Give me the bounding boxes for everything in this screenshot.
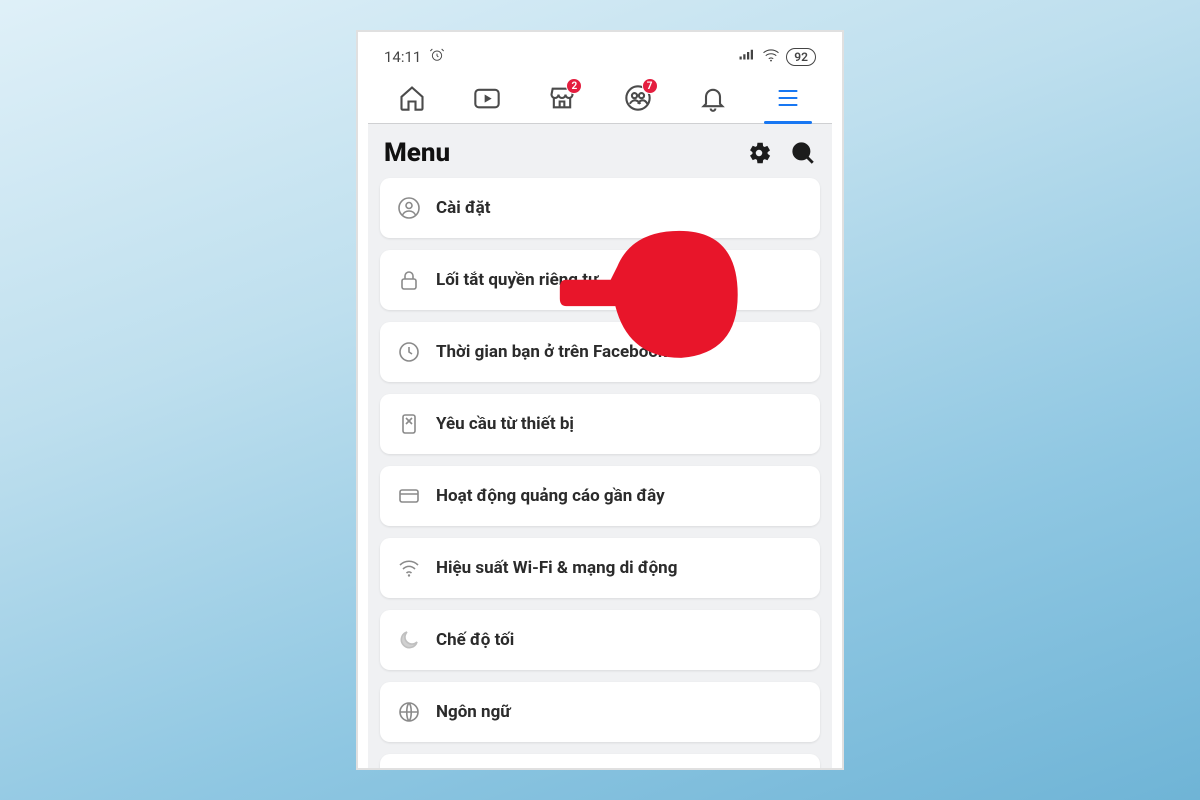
moon-icon bbox=[396, 627, 422, 653]
status-right: 92 bbox=[738, 48, 816, 66]
globe-icon bbox=[396, 699, 422, 725]
status-time: 14:11 bbox=[384, 48, 421, 66]
marketplace-badge: 2 bbox=[566, 78, 582, 94]
menu-item-language[interactable]: Ngôn ngữ bbox=[380, 682, 820, 742]
tab-menu[interactable] bbox=[758, 72, 818, 123]
tutorial-frame: 14:11 92 bbox=[356, 30, 844, 770]
menu-list: Cài đặt Lối tắt quyền riêng tư Thời gian… bbox=[368, 176, 832, 768]
lock-icon bbox=[396, 267, 422, 293]
groups-badge: 7 bbox=[642, 78, 658, 94]
top-nav: 2 7 bbox=[368, 72, 832, 124]
menu-item-label: Yêu cầu từ thiết bị bbox=[436, 414, 574, 434]
menu-item-label: Cài đặt bbox=[436, 198, 491, 218]
tab-marketplace[interactable]: 2 bbox=[532, 72, 592, 123]
menu-item-label: Hiệu suất Wi-Fi & mạng di động bbox=[436, 558, 677, 578]
menu-item-privacy-shortcuts[interactable]: Lối tắt quyền riêng tư bbox=[380, 250, 820, 310]
menu-item-label: Thời gian bạn ở trên Facebook bbox=[436, 342, 667, 362]
signal-icon bbox=[738, 48, 756, 66]
menu-item-device-requests[interactable]: Yêu cầu từ thiết bị bbox=[380, 394, 820, 454]
menu-item-data-usage[interactable]: Mức sử dụng dữ liệu di động bbox=[380, 754, 820, 768]
tab-watch[interactable] bbox=[457, 72, 517, 123]
tab-groups[interactable]: 7 bbox=[608, 72, 668, 123]
menu-item-recent-ad-activity[interactable]: Hoạt động quảng cáo gần đây bbox=[380, 466, 820, 526]
menu-item-wifi-performance[interactable]: Hiệu suất Wi-Fi & mạng di động bbox=[380, 538, 820, 598]
tab-home[interactable] bbox=[382, 72, 442, 123]
phone-screen: 14:11 92 bbox=[368, 42, 832, 768]
menu-item-time-on-facebook[interactable]: Thời gian bạn ở trên Facebook bbox=[380, 322, 820, 382]
page-title: Menu bbox=[384, 138, 450, 168]
user-circle-icon bbox=[396, 195, 422, 221]
device-icon bbox=[396, 411, 422, 437]
ad-icon bbox=[396, 483, 422, 509]
menu-item-label: Ngôn ngữ bbox=[436, 702, 511, 722]
wifi-icon bbox=[762, 48, 780, 66]
menu-item-label: Hoạt động quảng cáo gần đây bbox=[436, 486, 665, 506]
battery-indicator: 92 bbox=[786, 48, 816, 66]
menu-header: Menu bbox=[368, 124, 832, 176]
search-button[interactable] bbox=[790, 140, 816, 166]
wifi-icon bbox=[396, 555, 422, 581]
status-bar: 14:11 92 bbox=[368, 42, 832, 72]
tab-notifications[interactable] bbox=[683, 72, 743, 123]
alarm-icon bbox=[429, 47, 445, 67]
menu-item-dark-mode[interactable]: Chế độ tối bbox=[380, 610, 820, 670]
settings-button[interactable] bbox=[746, 140, 772, 166]
menu-item-label: Chế độ tối bbox=[436, 630, 514, 650]
menu-item-settings[interactable]: Cài đặt bbox=[380, 178, 820, 238]
menu-item-label: Lối tắt quyền riêng tư bbox=[436, 270, 598, 290]
clock-icon bbox=[396, 339, 422, 365]
battery-level: 92 bbox=[794, 49, 808, 65]
status-left: 14:11 bbox=[384, 47, 445, 67]
